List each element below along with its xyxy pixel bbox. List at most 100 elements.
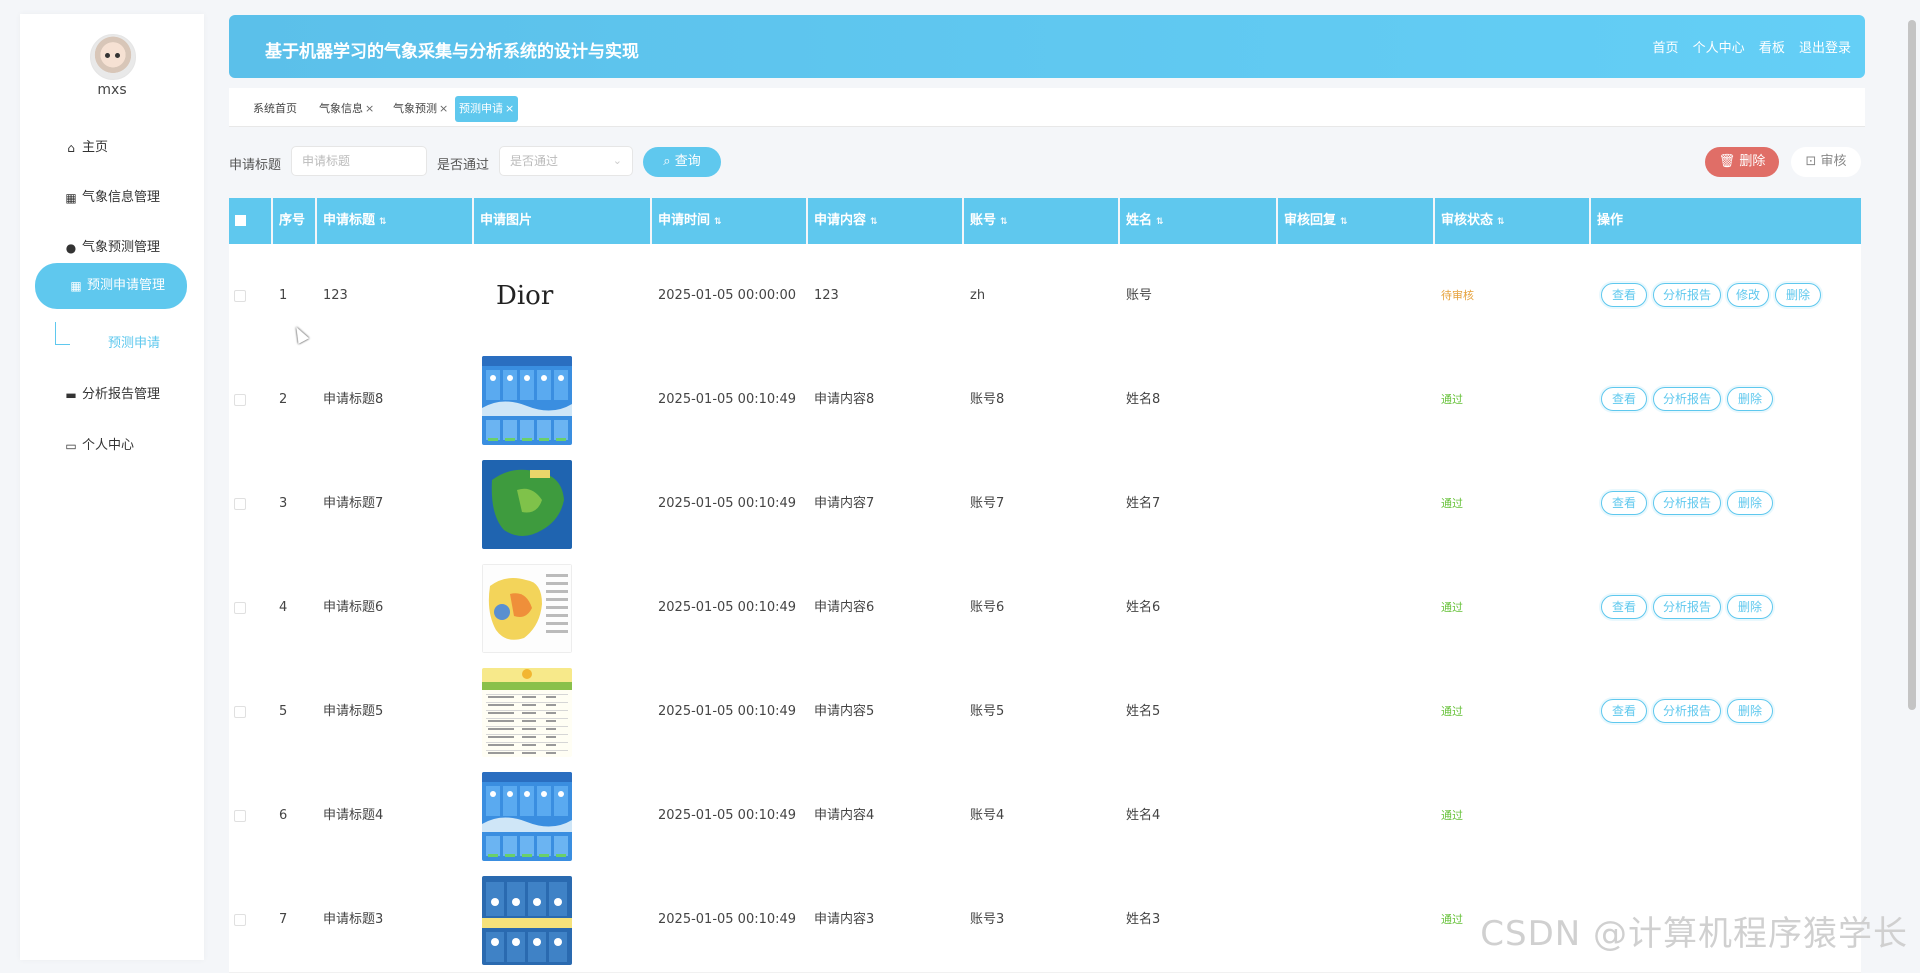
header-links: 首页 个人中心 看板 退出登录 (1643, 37, 1851, 56)
cell-reply (1278, 244, 1433, 348)
cell-reply (1278, 348, 1433, 452)
col-title[interactable]: 申请标题 ⇅ (317, 198, 472, 244)
col-content[interactable]: 申请内容 ⇅ (808, 198, 962, 244)
col-name[interactable]: 姓名 ⇅ (1120, 198, 1276, 244)
menu-item-analysis-report[interactable]: ▬ 分析报告管理 (30, 373, 182, 417)
close-icon[interactable]: × (365, 102, 374, 115)
menu-item-forecast-apply[interactable]: ▦ 预测申请管理 (35, 263, 187, 309)
close-icon[interactable]: × (505, 102, 514, 115)
row-checkbox[interactable] (234, 810, 246, 822)
row-checkbox[interactable] (234, 706, 246, 718)
sort-icon[interactable]: ⇅ (1497, 217, 1505, 227)
link-dashboard[interactable]: 看板 (1759, 41, 1785, 56)
view-button[interactable]: 查看 (1601, 699, 1647, 723)
report-button[interactable]: 分析报告 (1653, 283, 1721, 307)
link-personal-center[interactable]: 个人中心 (1693, 41, 1745, 56)
query-button[interactable]: ⌕ 查询 (643, 147, 721, 177)
link-home[interactable]: 首页 (1653, 41, 1679, 56)
cell-image-thumbnail[interactable] (482, 668, 572, 757)
cell-account: 账号3 (970, 912, 1005, 927)
tab-weather-forecast[interactable]: 气象预测 × (389, 96, 452, 122)
col-status[interactable]: 审核状态 ⇅ (1435, 198, 1589, 244)
cell-title: 申请标题3 (323, 912, 384, 927)
tab-weather-info[interactable]: 气象信息 × (315, 96, 378, 122)
col-account[interactable]: 账号 ⇅ (964, 198, 1118, 244)
row-checkbox[interactable] (234, 394, 246, 406)
cell-index: 7 (279, 912, 288, 927)
cell-title: 123 (323, 288, 348, 303)
delete-button[interactable]: 删除 (1727, 699, 1773, 723)
row-checkbox[interactable] (234, 290, 246, 302)
sort-icon[interactable]: ⇅ (870, 217, 878, 227)
report-button[interactable]: 分析报告 (1653, 699, 1721, 723)
col-reply[interactable]: 审核回复 ⇅ (1278, 198, 1433, 244)
view-button[interactable]: 查看 (1601, 595, 1647, 619)
delete-button[interactable]: 删除 (1775, 283, 1821, 307)
link-logout[interactable]: 退出登录 (1799, 41, 1851, 56)
table-row: 1 123 Dior 2025-01-05 00:00:00 123 zh 账号 待审核 查看分… (229, 244, 1861, 349)
cell-index: 6 (279, 808, 288, 823)
audit-button[interactable]: ⊡ 审核 (1791, 147, 1861, 177)
delete-button[interactable]: 删除 (1727, 595, 1773, 619)
cell-image-thumbnail[interactable] (482, 772, 572, 861)
sort-icon[interactable]: ⇅ (1000, 217, 1008, 227)
cell-time: 2025-01-05 00:10:49 (658, 704, 797, 719)
trash-icon: 🗑 (1718, 154, 1736, 169)
sort-icon[interactable]: ⇅ (1156, 217, 1164, 227)
title-search-input[interactable]: 申请标题 (291, 146, 427, 176)
cell-image-thumbnail[interactable] (482, 876, 572, 965)
row-checkbox[interactable] (234, 602, 246, 614)
close-icon[interactable]: × (439, 102, 448, 115)
status-badge: 通过 (1441, 393, 1463, 406)
report-button[interactable]: 分析报告 (1653, 595, 1721, 619)
cell-status: 通过 (1435, 764, 1589, 868)
submenu-item-forecast-apply[interactable]: 预测申请 (108, 332, 160, 351)
row-checkbox[interactable] (234, 914, 246, 926)
report-button[interactable]: 分析报告 (1653, 387, 1721, 411)
delete-button[interactable]: 删除 (1727, 491, 1773, 515)
col-time[interactable]: 申请时间 ⇅ (652, 198, 806, 244)
grid-icon: ▦ (70, 279, 82, 293)
cell-index: 5 (279, 704, 288, 719)
chevron-down-icon: ⌄ (612, 154, 622, 167)
menu-item-personal-center[interactable]: ▭ 个人中心 (30, 424, 182, 468)
edit-button[interactable]: 修改 (1727, 283, 1769, 307)
tabs-bar: 系统首页 气象信息 × 气象预测 × 预测申请 × (229, 88, 1865, 127)
row-checkbox[interactable] (234, 498, 246, 510)
cell-image-thumbnail[interactable] (482, 356, 572, 445)
report-button[interactable]: 分析报告 (1653, 491, 1721, 515)
avatar[interactable] (90, 34, 136, 80)
pass-select[interactable]: 是否通过 ⌄ (499, 146, 633, 176)
sort-icon[interactable]: ⇅ (379, 217, 387, 227)
delete-button[interactable]: 删除 (1727, 387, 1773, 411)
cell-image-thumbnail[interactable] (482, 564, 572, 653)
cell-reply (1278, 556, 1433, 660)
cell-time: 2025-01-05 00:10:49 (658, 392, 797, 407)
view-button[interactable]: 查看 (1601, 387, 1647, 411)
sort-icon[interactable]: ⇅ (714, 217, 722, 227)
menu-item-home[interactable]: ⌂ 主页 (30, 126, 182, 170)
cell-account: 账号7 (970, 496, 1005, 511)
status-badge: 通过 (1441, 913, 1463, 926)
batch-delete-button[interactable]: 🗑 删除 (1705, 147, 1779, 177)
cell-name: 姓名8 (1126, 392, 1161, 407)
cell-account: 账号6 (970, 600, 1005, 615)
cell-content: 申请内容7 (814, 496, 875, 511)
cell-title: 申请标题5 (323, 704, 384, 719)
view-button[interactable]: 查看 (1601, 491, 1647, 515)
cell-image-thumbnail[interactable] (482, 460, 572, 549)
sort-icon[interactable]: ⇅ (1340, 217, 1348, 227)
cell-index: 2 (279, 392, 288, 407)
cell-name: 姓名3 (1126, 912, 1161, 927)
cell-time: 2025-01-05 00:10:49 (658, 808, 797, 823)
menu-item-weather-info[interactable]: ▦ 气象信息管理 (30, 176, 182, 220)
cell-image-logo[interactable]: Dior (474, 244, 650, 348)
filter-title-label: 申请标题 (229, 158, 282, 173)
page-scrollbar[interactable] (1908, 20, 1916, 710)
view-button[interactable]: 查看 (1601, 283, 1647, 307)
select-all-checkbox[interactable] (229, 198, 271, 244)
tab-forecast-apply[interactable]: 预测申请 × (455, 96, 519, 122)
cell-time: 2025-01-05 00:10:49 (658, 912, 797, 927)
cell-title: 申请标题4 (323, 808, 384, 823)
tab-home[interactable]: 系统首页 (249, 96, 301, 122)
